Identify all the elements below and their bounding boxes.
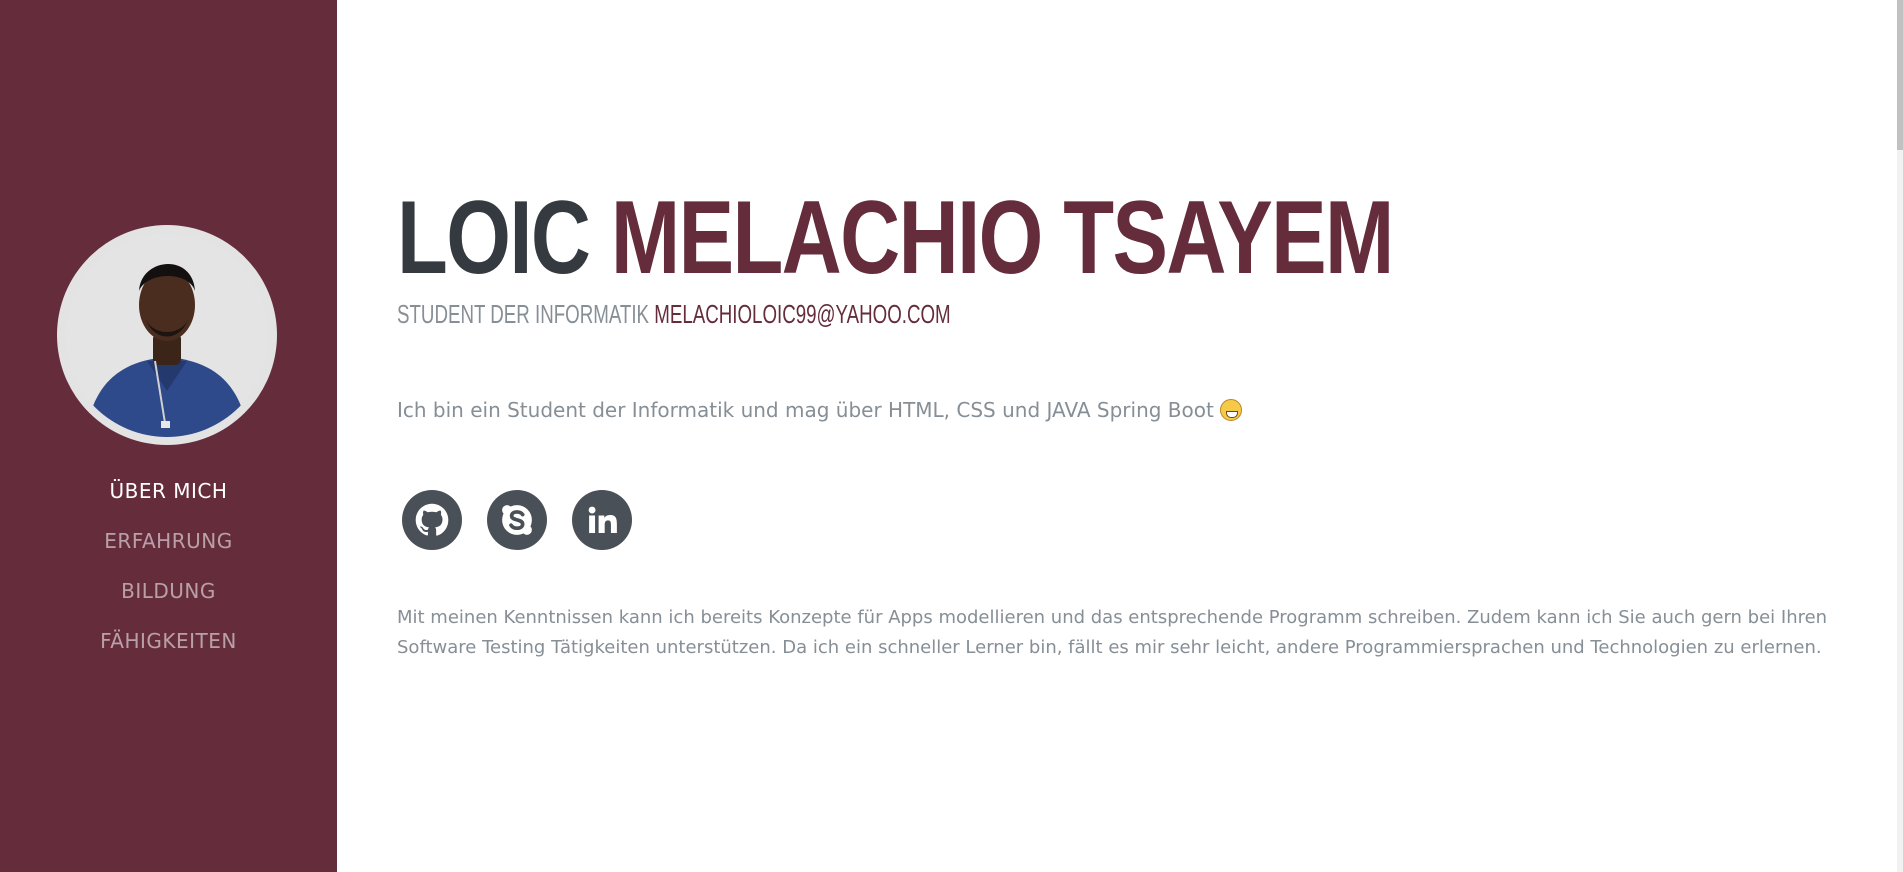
github-button[interactable] [402,490,462,550]
intro-text: Ich bin ein Student der Informatik und m… [397,395,1242,425]
nav-item-ueber-mich[interactable]: ÜBER MICH [0,466,337,516]
github-icon [415,503,449,536]
scrollbar[interactable] [1897,0,1903,872]
nav-item-erfahrung[interactable]: ERFAHRUNG [0,516,337,566]
social-icons [402,490,632,550]
intro-sentence: Ich bin ein Student der Informatik und m… [397,398,1214,422]
about-section: LOIC MELACHIO TSAYEM STUDENT DER INFORMA… [397,0,1847,872]
sidebar-nav: ÜBER MICH ERFAHRUNG BILDUNG FÄHIGKEITEN [0,466,337,666]
page-title: LOIC MELACHIO TSAYEM [397,178,1394,298]
avatar[interactable] [57,225,277,445]
email-link[interactable]: MELACHIOLOIC99@YAHOO.COM [654,299,950,329]
profile-photo [65,233,269,437]
skype-button[interactable] [487,490,547,550]
sidebar: ÜBER MICH ERFAHRUNG BILDUNG FÄHIGKEITEN [0,0,337,872]
nav-item-bildung[interactable]: BILDUNG [0,566,337,616]
linkedin-icon [588,506,617,534]
nav-item-faehigkeiten[interactable]: FÄHIGKEITEN [0,616,337,666]
subheading-title: STUDENT DER INFORMATIK [397,299,650,329]
last-name: MELACHIO TSAYEM [610,180,1394,296]
linkedin-button[interactable] [572,490,632,550]
first-name: LOIC [397,180,591,296]
subheading: STUDENT DER INFORMATIK MELACHIOLOIC99@YA… [397,298,951,330]
skype-icon [502,505,532,535]
description-paragraph: Mit meinen Kenntnissen kann ich bereits … [397,607,1828,658]
scrollbar-thumb[interactable] [1897,0,1903,150]
grinning-emoji-icon [1219,399,1242,421]
